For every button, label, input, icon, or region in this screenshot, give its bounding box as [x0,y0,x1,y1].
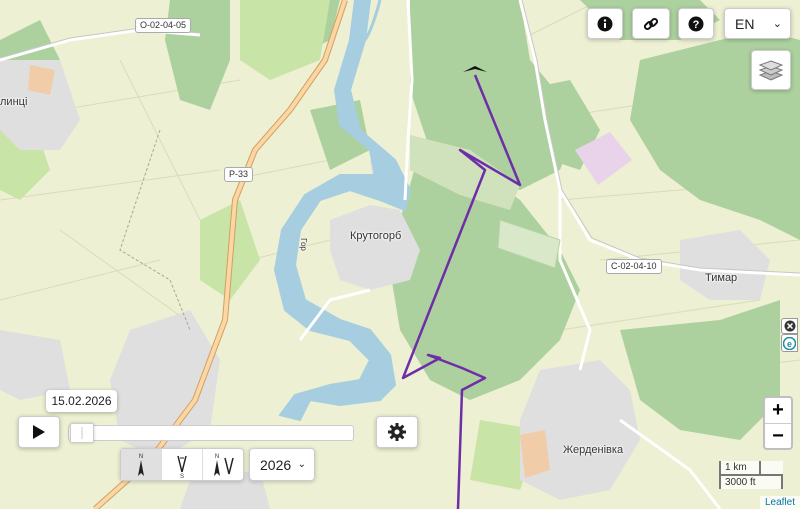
svg-text:N: N [139,454,143,460]
south-arrow-icon: S [177,455,187,478]
info-icon [597,16,613,31]
split-orientation-button[interactable]: N [202,449,243,480]
year-select[interactable]: 2026 ⌄ [249,448,315,481]
svg-text:e: e [787,339,792,349]
south-up-button[interactable]: S [161,449,202,480]
close-panel-button[interactable] [781,318,798,334]
svg-text:?: ? [693,19,700,31]
road-label-c020410: С-02-04-10 [606,259,662,274]
layers-button[interactable] [751,50,791,90]
layers-icon [758,60,784,81]
play-button[interactable] [18,416,60,448]
timeline-slider-track[interactable] [68,425,354,441]
language-select[interactable]: EN ⌄ [724,8,791,39]
e-logo-icon: e [783,336,796,350]
info-button[interactable] [587,8,623,39]
road-label-p33: Р-33 [224,167,254,182]
date-tooltip: 15.02.2026 [46,390,117,412]
place-label-tymar: Тимар [705,272,738,284]
north-up-button[interactable]: N [121,449,161,480]
help-button[interactable]: ? [678,8,714,39]
north-arrow-icon: N [138,454,144,476]
attribution-link[interactable]: Leaflet [759,496,800,509]
chevron-down-icon: ⌄ [297,459,306,470]
zoom-out-button[interactable]: − [765,423,791,449]
scale-imperial: 3000 ft [719,474,783,489]
road-label-o020405: О-02-04-05 [135,18,192,33]
gear-icon [388,423,406,441]
language-value: EN [735,15,755,32]
river-label: Гор [298,238,308,251]
share-link-button[interactable] [632,8,670,39]
place-label-zherdenivka: Жерденівка [563,444,624,456]
dual-arrow-icon: N [214,454,234,476]
chevron-down-icon: ⌄ [772,18,782,30]
link-icon [643,17,659,30]
year-value: 2026 [260,456,292,473]
close-icon [784,320,795,332]
help-icon: ? [688,16,704,31]
extension-button[interactable]: e [781,334,798,352]
settings-button[interactable] [376,416,418,448]
scale-bar: 1 km 3000 ft [719,461,783,489]
zoom-in-button[interactable]: + [765,398,791,423]
commercial-area-south [520,430,550,478]
place-label-krutohorb: Крутогорб [350,230,402,242]
place-label-edge-town: линці [0,96,28,108]
zoom-control: + − [763,396,793,450]
timeline-slider-thumb[interactable] [70,423,94,443]
play-icon [33,425,45,439]
orientation-toggle-group: N S N [120,448,244,481]
svg-text:S: S [180,474,184,478]
svg-text:N: N [215,454,219,460]
